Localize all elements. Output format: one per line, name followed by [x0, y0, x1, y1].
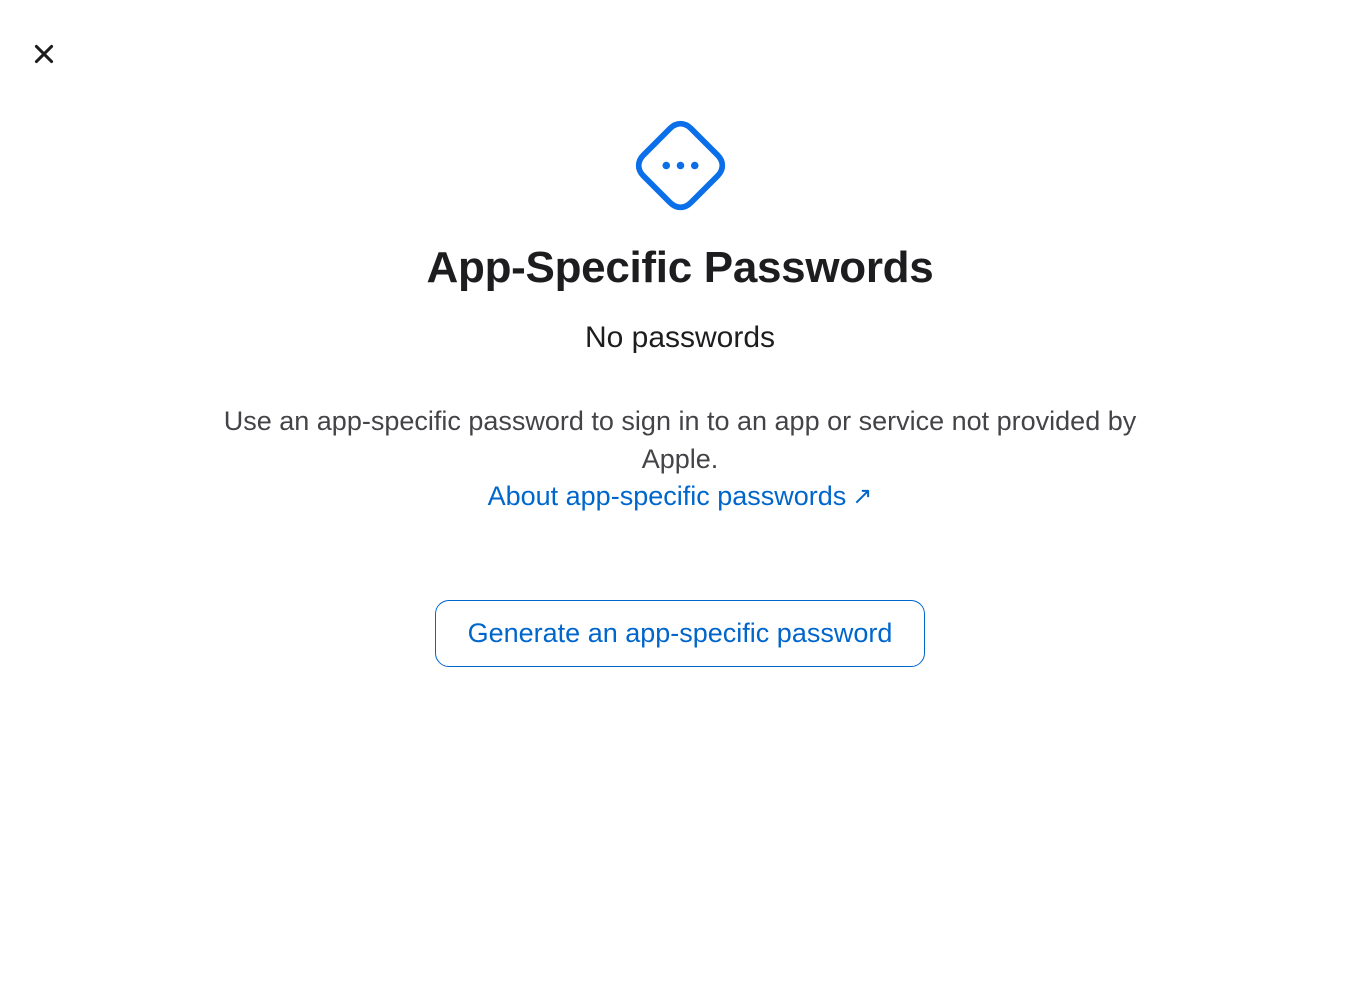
button-wrapper: Generate an app-specific password — [200, 600, 1160, 667]
close-icon — [31, 41, 57, 67]
learn-more-link[interactable]: About app-specific passwords ↗ — [488, 481, 873, 512]
page-title: App-Specific Passwords — [200, 243, 1160, 293]
icon-wrapper — [200, 118, 1160, 213]
learn-more-label: About app-specific passwords — [488, 481, 847, 512]
password-count-status: No passwords — [200, 321, 1160, 355]
close-button[interactable] — [28, 38, 60, 70]
description-text: Use an app-specific password to sign in … — [200, 403, 1160, 479]
password-diamond-icon — [633, 118, 728, 213]
generate-password-button[interactable]: Generate an app-specific password — [435, 600, 926, 667]
external-link-icon: ↗ — [852, 482, 872, 511]
main-content: App-Specific Passwords No passwords Use … — [200, 118, 1160, 667]
